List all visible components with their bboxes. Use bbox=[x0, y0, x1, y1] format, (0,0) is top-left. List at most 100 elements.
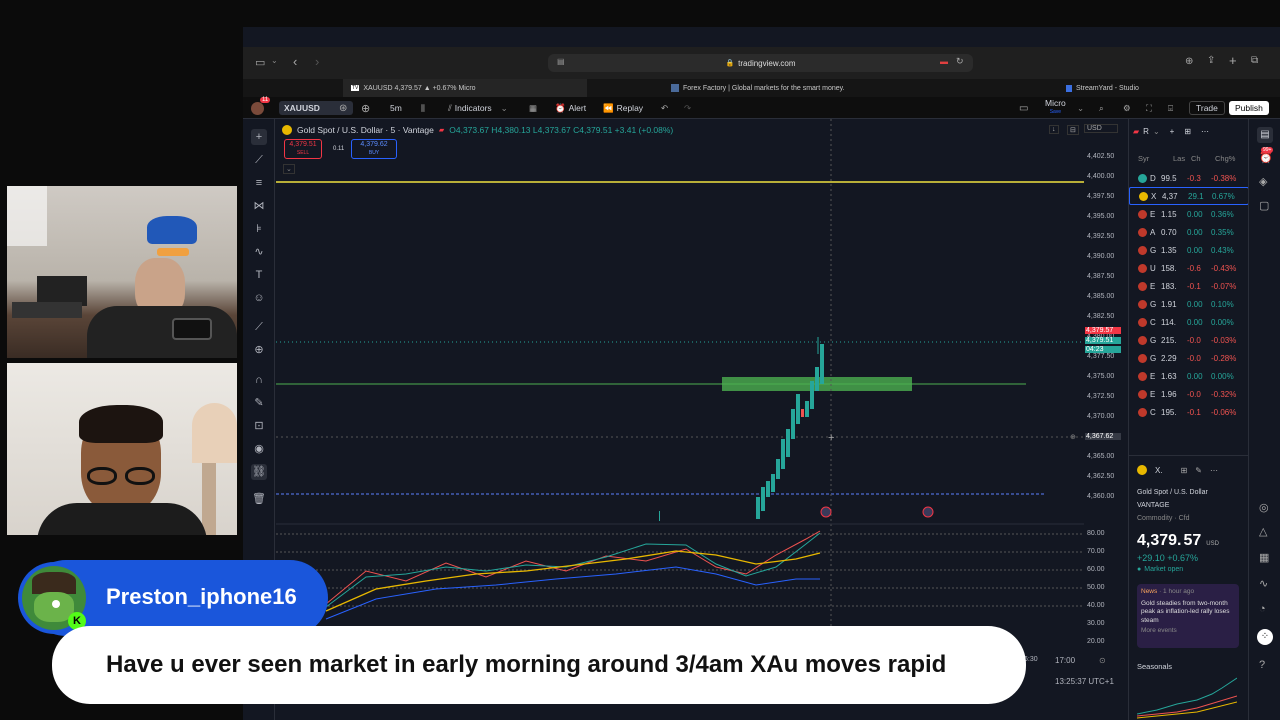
download-icon[interactable]: ⊕ bbox=[1185, 56, 1193, 67]
publish-button[interactable]: Publish bbox=[1229, 101, 1269, 115]
share-icon[interactable]: ⇪ bbox=[1207, 55, 1215, 66]
chat-icon[interactable]: ▢ bbox=[1259, 199, 1269, 212]
watchlist-row[interactable]: A 0.70 0.00 0.35% bbox=[1129, 223, 1249, 241]
tab-forexfactory[interactable]: Forex Factory | Global markets for the s… bbox=[663, 79, 923, 97]
watchlist-icon[interactable]: ▤ bbox=[1257, 127, 1273, 143]
chevron-down-icon[interactable]: ⌄ bbox=[1153, 127, 1160, 136]
watchlist-row[interactable]: G 2.29 -0.0 -0.28% bbox=[1129, 349, 1249, 367]
link-icon[interactable]: ⛓ bbox=[251, 464, 267, 480]
new-tab-icon[interactable]: + bbox=[1229, 53, 1237, 68]
zoom-icon[interactable]: ⊕ bbox=[251, 342, 267, 358]
user-avatar[interactable]: 11 bbox=[251, 97, 271, 115]
candles-icon[interactable]: ⫼ bbox=[421, 101, 425, 115]
trendline-icon[interactable]: ⟋ bbox=[251, 152, 267, 168]
crosshair-icon[interactable]: + bbox=[251, 129, 267, 145]
price-tick: 4,370.00 bbox=[1087, 413, 1115, 420]
add-symbol-icon[interactable]: + bbox=[1170, 127, 1175, 136]
search-icon[interactable]: ⌕ bbox=[1099, 101, 1104, 115]
help-icon[interactable]: ? bbox=[1259, 659, 1265, 671]
reload-icon[interactable]: ↻ bbox=[956, 56, 964, 67]
ruler-icon[interactable]: ⟋ bbox=[251, 319, 267, 335]
pattern-icon[interactable]: ⋈ bbox=[251, 198, 267, 214]
watchlist-row[interactable]: C 114. 0.00 0.00% bbox=[1129, 313, 1249, 331]
price-axis[interactable]: 4,402.50 4,400.00 4,397.50 4,395.00 4,392.50… bbox=[1070, 119, 1128, 679]
event-marker-1[interactable] bbox=[820, 506, 832, 518]
watchlist-row[interactable]: E 1.15 0.00 0.36% bbox=[1129, 205, 1249, 223]
forward-icon[interactable]: › bbox=[315, 54, 319, 69]
layout-single-icon[interactable]: ▭ bbox=[1019, 101, 1028, 115]
calendar-icon[interactable]: ▦ bbox=[1259, 551, 1269, 564]
row-change: -0.0 bbox=[1187, 389, 1201, 399]
lock-draw-icon[interactable]: ✎ bbox=[251, 395, 267, 411]
news-card[interactable]: News · 1 hour ago Gold steadies from two… bbox=[1137, 584, 1239, 648]
apps-icon[interactable]: ⁘ bbox=[1257, 629, 1273, 645]
time-settings-icon[interactable]: ⊙ bbox=[1099, 656, 1106, 665]
pulse-icon[interactable]: ∿ bbox=[1259, 577, 1268, 590]
emoji-icon[interactable]: ☺ bbox=[251, 290, 267, 306]
right-rail: ▤ ⏰ 99+ ◈ ▢ ◎ △ ▦ ∿ ◔ ⁘ ? bbox=[1248, 119, 1280, 720]
tab-streamyard[interactable]: StreamYard - Studio bbox=[1058, 79, 1258, 97]
chevron-down-icon[interactable]: ⌄ bbox=[271, 56, 278, 65]
table-icon[interactable]: ⊞ bbox=[1181, 466, 1188, 475]
extension-icon[interactable]: ▬ bbox=[940, 57, 948, 66]
chevron-down-icon[interactable]: ⌄ bbox=[1077, 101, 1084, 115]
gold-icon bbox=[1137, 465, 1147, 475]
interval-button[interactable]: 5m bbox=[390, 101, 402, 115]
magnet-icon[interactable]: ∩ bbox=[251, 372, 267, 388]
notification-badge: 11 bbox=[260, 97, 271, 103]
seasonals-title[interactable]: Seasonals bbox=[1137, 662, 1172, 671]
tab-overview-icon[interactable]: ⧉ bbox=[1251, 55, 1258, 66]
row-symbol: G bbox=[1150, 299, 1157, 309]
watchlist-row[interactable]: G 1.35 0.00 0.43% bbox=[1129, 241, 1249, 259]
redo-icon[interactable]: ↷ bbox=[684, 101, 691, 115]
undo-icon[interactable]: ↶ bbox=[661, 101, 668, 115]
crosshair-price: 4,367.62 bbox=[1085, 433, 1121, 440]
prediction-icon[interactable]: ⊧ bbox=[251, 221, 267, 237]
layers-icon[interactable]: ◈ bbox=[1259, 175, 1267, 188]
watchlist-row[interactable]: X 4,37 29.1 0.67% bbox=[1129, 187, 1249, 205]
trash-icon[interactable]: 🗑 bbox=[251, 491, 267, 507]
watchlist-row[interactable]: G 215. -0.0 -0.03% bbox=[1129, 331, 1249, 349]
fib-icon[interactable]: ≡ bbox=[251, 175, 267, 191]
layouts-icon[interactable]: ▦ bbox=[529, 101, 537, 115]
idea-icon[interactable]: △ bbox=[1259, 525, 1267, 538]
table-icon[interactable]: ⊞ bbox=[1184, 127, 1191, 136]
address-bar[interactable]: 🔒 tradingview.com bbox=[548, 54, 973, 72]
target-icon[interactable]: ◎ bbox=[1259, 501, 1269, 514]
event-marker-2[interactable] bbox=[922, 506, 934, 518]
add-symbol-icon[interactable]: ⊕ bbox=[361, 101, 370, 115]
settings-icon[interactable]: ⚙ bbox=[1123, 101, 1131, 115]
symbol-icon bbox=[1138, 353, 1147, 363]
more-icon[interactable]: ⋯ bbox=[1201, 127, 1209, 136]
visibility-icon[interactable]: ◉ bbox=[251, 441, 267, 457]
watchlist-row[interactable]: U 158. -0.6 -0.43% bbox=[1129, 259, 1249, 277]
add-alert-icon[interactable]: ⊕ bbox=[1070, 433, 1076, 441]
sidebar-icon[interactable]: ▭ bbox=[255, 56, 265, 69]
camera-icon[interactable]: ⌻ bbox=[1168, 101, 1173, 115]
watchlist-row[interactable]: C 195. -0.1 -0.06% bbox=[1129, 403, 1249, 421]
trade-button[interactable]: Trade bbox=[1189, 101, 1225, 115]
fullscreen-icon[interactable]: ⛶ bbox=[1146, 101, 1152, 115]
notification-icon[interactable]: ◔ bbox=[1259, 603, 1266, 615]
watchlist-row[interactable]: E 1.63 0.00 0.00% bbox=[1129, 367, 1249, 385]
watchlist-row[interactable]: D 99.5 -0.3 -0.38% bbox=[1129, 169, 1249, 187]
watchlist-row[interactable]: G 1.91 0.00 0.10% bbox=[1129, 295, 1249, 313]
watchlist-row[interactable]: E 1.96 -0.0 -0.32% bbox=[1129, 385, 1249, 403]
watchlist-row[interactable]: E 183. -0.1 -0.07% bbox=[1129, 277, 1249, 295]
tab-tradingview[interactable]: TV XAUUSD 4,379.57 ▲ +0.67% Micro bbox=[343, 79, 587, 97]
alert-button[interactable]: ⏰ Alert bbox=[555, 101, 586, 115]
edit-icon[interactable]: ✎ bbox=[1195, 466, 1202, 475]
back-icon[interactable]: ‹ bbox=[293, 54, 297, 69]
compare-icon[interactable]: ⊛ bbox=[339, 101, 347, 115]
lock-icon[interactable]: ⊡ bbox=[251, 418, 267, 434]
watchlist-title[interactable]: R bbox=[1143, 127, 1149, 136]
layout-name[interactable]: Micro Save bbox=[1045, 99, 1066, 116]
replay-button[interactable]: ⏪ Replay bbox=[603, 101, 643, 115]
details-header: X. ⊞ ✎ ⋯ bbox=[1137, 465, 1218, 475]
more-icon[interactable]: ⋯ bbox=[1210, 466, 1218, 475]
browser-toolbar: ▭ ⌄ ‹ › 🔒 tradingview.com ▤ ▬ ↻ ⊕ ⇪ + ⧉ bbox=[243, 47, 1280, 79]
text-icon[interactable]: T bbox=[251, 267, 267, 283]
time-label-partial: 6:30 bbox=[1024, 656, 1038, 663]
indicators-button[interactable]: ⫽ Indicators ⌄ bbox=[448, 101, 508, 115]
brush-icon[interactable]: ∿ bbox=[251, 244, 267, 260]
